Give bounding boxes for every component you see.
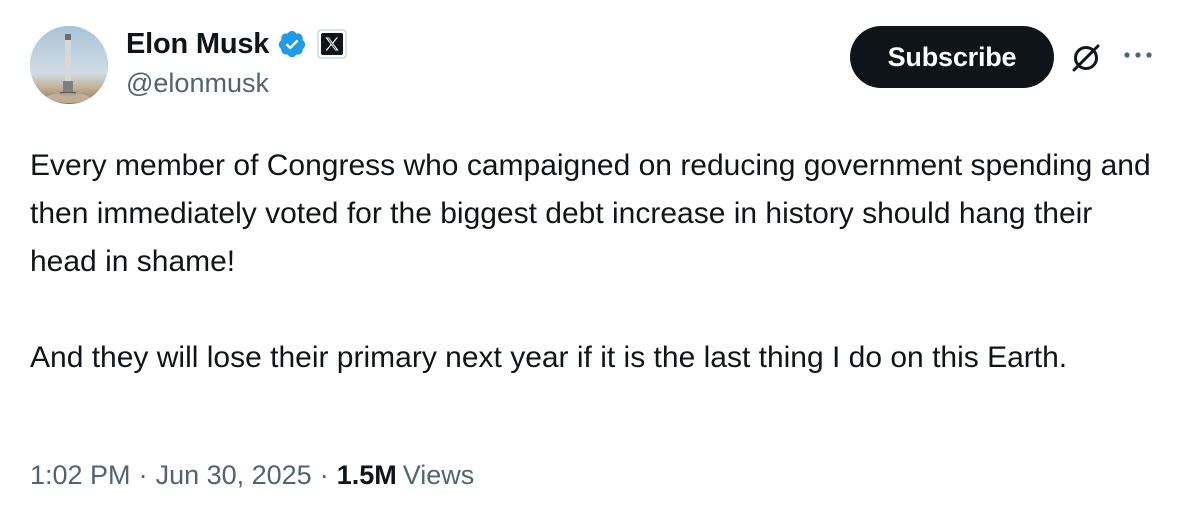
tweet-paragraph: Every member of Congress who campaigned … xyxy=(30,149,1151,278)
avatar[interactable] xyxy=(30,26,108,104)
author-name[interactable]: Elon Musk xyxy=(126,28,269,61)
tweet-meta: 1:02 PM · Jun 30, 2025 · 1.5M Views xyxy=(30,460,474,491)
grok-button[interactable] xyxy=(1066,38,1106,78)
verified-badge-icon[interactable] xyxy=(277,29,307,59)
grok-icon xyxy=(1072,44,1100,72)
author-handle[interactable]: @elonmusk xyxy=(126,68,269,99)
subscribe-button[interactable]: Subscribe xyxy=(850,26,1054,88)
tweet-time[interactable]: 1:02 PM xyxy=(30,460,131,491)
views-count[interactable]: 1.5M xyxy=(337,460,397,491)
tweet-card: Elon Musk @elonmusk Subscribe Every memb… xyxy=(0,0,1180,532)
rocket-photo xyxy=(30,26,108,104)
more-dots-icon xyxy=(1124,52,1152,58)
meta-separator: · xyxy=(138,460,148,490)
tweet-paragraph: And they will lose their primary next ye… xyxy=(30,341,1068,374)
meta-separator: · xyxy=(319,460,329,490)
x-logo-icon[interactable] xyxy=(317,29,347,59)
views-label[interactable]: Views xyxy=(403,460,475,491)
tweet-date[interactable]: Jun 30, 2025 xyxy=(156,460,312,491)
more-options-button[interactable] xyxy=(1118,40,1158,70)
author-name-row: Elon Musk xyxy=(126,26,347,62)
tweet-text: Every member of Congress who campaigned … xyxy=(30,142,1160,382)
